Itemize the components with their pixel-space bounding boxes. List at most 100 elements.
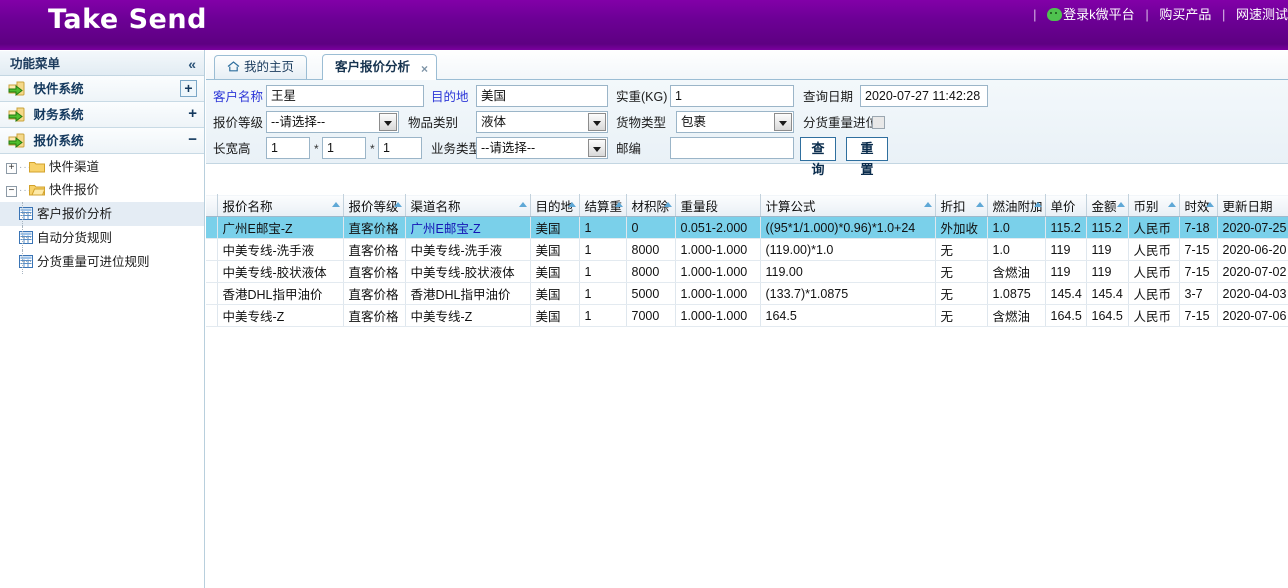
tab-label: 客户报价分析 [335,60,410,74]
sort-ascending-icon[interactable] [394,202,402,207]
sort-ascending-icon[interactable] [332,202,340,207]
customer-name-input[interactable]: 王星 [266,85,424,107]
sidebar-item-express-system[interactable]: 快件系统 + [0,76,204,102]
buy-product-link[interactable]: 购买产品 [1159,7,1211,22]
table-row[interactable]: 广州E邮宝-Z直客价格广州E邮宝-Z美国100.051-2.000((95*1/… [206,217,1288,239]
row-gutter [206,239,217,261]
length-input[interactable]: 1 [266,137,310,159]
tree-node-express-channel[interactable]: +··· 快件渠道 [0,156,204,179]
top-link-separator-0: | [1033,7,1036,22]
grid-header-channel[interactable]: 渠道名称 [405,195,530,217]
sidebar-collapse-icon[interactable]: « [188,51,196,77]
grid-header-wrange: 重量段 [675,195,760,217]
table-row[interactable]: 中美专线-胶状液体直客价格中美专线-胶状液体美国180001.000-1.000… [206,261,1288,283]
cell-channel[interactable]: 香港DHL指甲油价 [405,283,530,305]
table-row[interactable]: 中美专线-Z直客价格中美专线-Z美国170001.000-1.000164.5无… [206,305,1288,327]
business-type-select[interactable]: --请选择-- [476,137,608,159]
width-input[interactable]: 1 [322,137,366,159]
sort-ascending-icon[interactable] [976,202,984,207]
tree-line [23,261,31,262]
sort-ascending-icon[interactable] [568,202,576,207]
grid-header-discount[interactable]: 折扣 [935,195,987,217]
cell-updated: 2020-07-25 [1217,217,1288,239]
item-category-select[interactable]: 液体 [476,111,608,133]
grid-header-currency[interactable]: 币别 [1128,195,1179,217]
sidebar-item-label: 分货重量可进位规则 [37,255,150,269]
grid-header-name[interactable]: 报价名称 [217,195,343,217]
sidebar-item-finance-system[interactable]: 财务系统 + [0,102,204,128]
sort-ascending-icon[interactable] [664,202,672,207]
dimension-separator-2: * [370,137,375,161]
tree-node-express-quote[interactable]: −··· 快件报价 [0,179,204,202]
grid-header-formula[interactable]: 计算公式 [760,195,935,217]
sidebar-item-split-weight-rule[interactable]: 分货重量可进位规则 [0,250,204,274]
quote-level-select[interactable]: --请选择-- [266,111,399,133]
sidebar-item-quote-system[interactable]: 报价系统 − [0,128,204,154]
collapse-minus-icon[interactable]: − [188,128,197,154]
query-button[interactable]: 查询 [800,137,836,161]
table-row[interactable]: 香港DHL指甲油价直客价格香港DHL指甲油价美国150001.000-1.000… [206,283,1288,305]
height-input[interactable]: 1 [378,137,422,159]
grid-header-dest[interactable]: 目的地 [530,195,579,217]
grid-header-eta[interactable]: 时效 [1179,195,1217,217]
query-date-input[interactable]: 2020-07-27 11:42:28 [860,85,988,107]
expand-plus-icon[interactable]: + [188,102,197,128]
chevron-down-icon[interactable] [588,139,606,157]
grid-header-fuel[interactable]: 燃油附加 [987,195,1045,217]
expand-plus-icon[interactable]: + [180,80,197,97]
chevron-down-icon[interactable] [588,113,606,131]
cell-level: 直客价格 [343,239,405,261]
postcode-input[interactable] [670,137,794,159]
sidebar-item-customer-quote-analysis[interactable]: 客户报价分析 [0,202,204,226]
grid-header-settle[interactable]: 结算重 [579,195,626,217]
cargo-type-select[interactable]: 包裹 [676,111,794,133]
grid-header-amount[interactable]: 金额 [1086,195,1128,217]
item-category-label: 物品类别 [408,111,458,135]
sort-ascending-icon[interactable] [615,202,623,207]
sort-ascending-icon[interactable] [1117,202,1125,207]
sort-ascending-icon[interactable] [519,202,527,207]
sidebar-item-auto-split-rule[interactable]: 自动分货规则 [0,226,204,250]
cell-currency: 人民币 [1128,239,1179,261]
sort-ascending-icon[interactable] [1168,202,1176,207]
destination-input[interactable]: 美国 [476,85,608,107]
chevron-down-icon[interactable] [774,113,792,131]
cell-volume: 8000 [626,239,675,261]
cell-channel[interactable]: 中美专线-Z [405,305,530,327]
weight-round-checkbox[interactable] [872,116,885,129]
cell-wrange: 1.000-1.000 [675,283,760,305]
reset-button[interactable]: 重 置 [846,137,888,161]
sort-ascending-icon[interactable] [1034,202,1042,207]
grid-header-level[interactable]: 报价等级 [343,195,405,217]
grid-header-updated[interactable]: 更新日期 [1217,195,1288,217]
cell-dest: 美国 [530,305,579,327]
grid-header-volume[interactable]: 材积除 [626,195,675,217]
cell-discount: 无 [935,283,987,305]
cell-channel[interactable]: 中美专线-胶状液体 [405,261,530,283]
grid-header-gut [206,195,217,217]
grid-body: 广州E邮宝-Z直客价格广州E邮宝-Z美国100.051-2.000((95*1/… [206,217,1288,327]
close-icon[interactable]: × [421,57,428,81]
cell-currency: 人民币 [1128,305,1179,327]
table-row[interactable]: 中美专线-洗手液直客价格中美专线-洗手液美国180001.000-1.000(1… [206,239,1288,261]
cell-currency: 人民币 [1128,217,1179,239]
cell-volume: 8000 [626,261,675,283]
cell-channel[interactable]: 广州E邮宝-Z [405,217,530,239]
sort-ascending-icon[interactable] [924,202,932,207]
tab-my-homepage[interactable]: 我的主页 [214,55,307,79]
top-link-separator-2: | [1222,7,1225,22]
tree-expand-icon[interactable]: + [6,163,17,174]
speed-test-link[interactable]: 网速测试 [1236,7,1288,22]
cell-name: 中美专线-洗手液 [217,239,343,261]
tree-collapse-icon[interactable]: − [6,186,17,197]
top-link-separator-1: | [1145,7,1148,22]
sort-ascending-icon[interactable] [1206,202,1214,207]
weight-round-label: 分货重量进位 [803,111,878,135]
tree-line [22,226,23,250]
tab-label: 我的主页 [244,60,294,74]
chevron-down-icon[interactable] [379,113,397,131]
tab-customer-quote-analysis[interactable]: 客户报价分析 × [322,54,437,80]
login-wechat-platform-link[interactable]: 登录k微平台 [1063,7,1135,22]
cell-channel[interactable]: 中美专线-洗手液 [405,239,530,261]
actual-weight-input[interactable]: 1 [670,85,794,107]
